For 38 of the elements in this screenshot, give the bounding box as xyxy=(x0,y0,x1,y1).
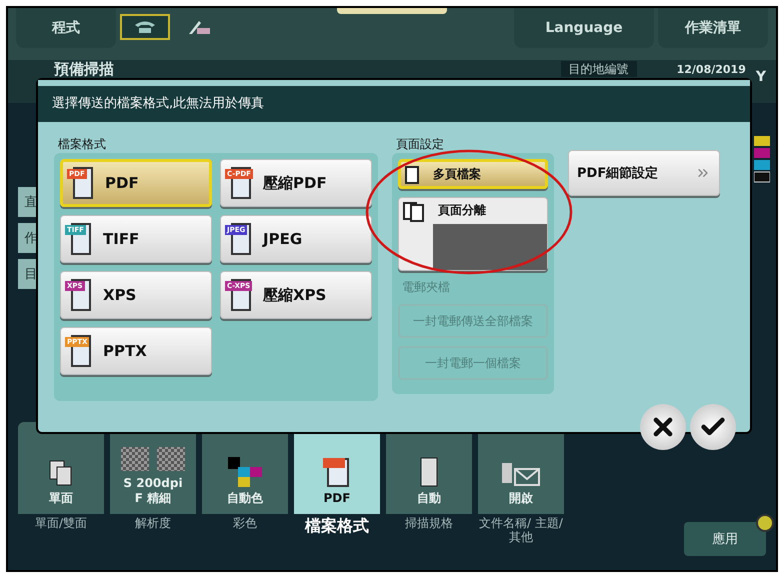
page-setting-button[interactable]: 頁面分離 xyxy=(398,197,548,271)
pages-icon xyxy=(403,202,424,222)
pages-icon xyxy=(48,459,74,487)
pen-icon xyxy=(187,19,211,35)
tile-caption: 彩色 xyxy=(232,516,258,530)
tile-caption: 文件名稱/ 主題/其他 xyxy=(478,516,564,545)
fax-button[interactable] xyxy=(120,14,170,40)
program-button[interactable]: 程式 xyxy=(16,8,116,48)
ok-button[interactable] xyxy=(690,404,736,450)
function-tile[interactable]: 單面 xyxy=(18,422,104,514)
telephone-icon xyxy=(134,20,156,34)
handle-tab[interactable] xyxy=(337,8,447,14)
toner-levels-icon xyxy=(754,136,770,184)
destination-label: 目的地編號 xyxy=(560,61,637,77)
page-icon xyxy=(405,166,419,184)
page-setting-button[interactable]: 多頁檔案 xyxy=(398,159,548,189)
section-label: 檔案格式 xyxy=(58,136,106,153)
list-envelope-icon xyxy=(501,461,541,487)
color-squares-icon xyxy=(228,457,262,487)
section-label: 頁面設定 xyxy=(396,136,444,153)
language-button[interactable]: Language xyxy=(514,8,654,48)
toner-label: Y xyxy=(756,69,766,85)
pdf-detail-button[interactable]: PDF細節設定 xyxy=(568,150,720,196)
page-icon xyxy=(420,457,438,487)
tile-caption: 檔案格式 xyxy=(304,516,370,536)
pdf-file-icon xyxy=(322,455,352,487)
dialog-message: 選擇傳送的檔案格式,此無法用於傳真 xyxy=(38,80,750,122)
screen-title: 預備掃描 xyxy=(54,61,115,78)
date-text: 12/08/2019 xyxy=(676,63,746,76)
checkerboard-icon xyxy=(120,446,186,472)
cancel-button[interactable] xyxy=(640,404,686,450)
tile-caption: 掃描規格 xyxy=(404,516,454,530)
indicator-light xyxy=(756,514,774,532)
section-label: 電郵夾檔 xyxy=(402,279,450,296)
tile-caption: 解析度 xyxy=(134,516,172,530)
apply-button[interactable]: 應用 xyxy=(684,522,766,556)
tile-caption: 單面/雙面 xyxy=(34,516,88,530)
job-list-button[interactable]: 作業清單 xyxy=(658,8,768,48)
